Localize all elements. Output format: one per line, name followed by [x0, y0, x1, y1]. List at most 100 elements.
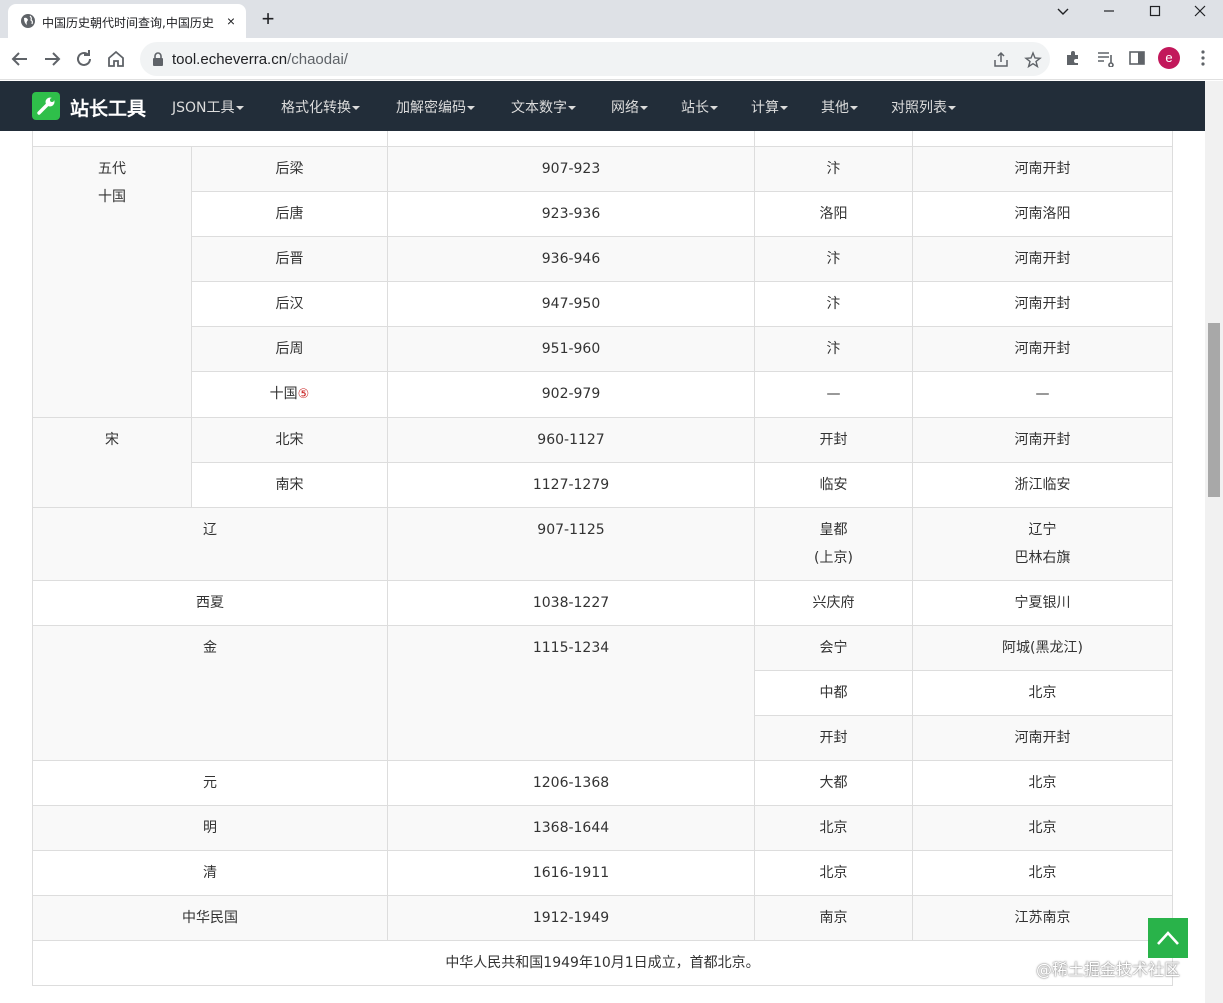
capital: 临安	[754, 462, 913, 508]
table-row: 唐 618-907 长安 陕西西安	[32, 131, 1173, 147]
minimize-button[interactable]	[1086, 0, 1132, 24]
capital: 大都	[754, 760, 913, 806]
years: 947-950	[387, 281, 755, 327]
new-tab-button[interactable]: +	[256, 8, 280, 32]
table-row: 中华人民共和国1949年10月1日成立，首都北京。	[32, 940, 1173, 986]
table-row: 后唐 923-936 洛阳 河南洛阳	[33, 191, 1173, 237]
tab-search-chevron-icon[interactable]	[1040, 0, 1086, 24]
years: 1115-1234	[387, 625, 755, 761]
capital: 兴庆府	[754, 580, 913, 626]
share-icon[interactable]	[992, 51, 1010, 69]
today-location: 浙江临安	[912, 462, 1173, 508]
extensions-puzzle-icon[interactable]	[1064, 49, 1082, 67]
menu-calculate[interactable]: 计算	[751, 97, 788, 117]
table-row: 五代 十国 后梁 907-923 汴 河南开封	[32, 146, 1173, 418]
more-menu-icon[interactable]	[1194, 49, 1212, 67]
today-location: 陕西西安	[912, 131, 1173, 147]
today-location: 江苏南京	[912, 895, 1173, 941]
today-location: 河南开封	[912, 326, 1173, 372]
capital: 汴	[754, 146, 913, 192]
today-location: 宁夏银川	[912, 580, 1173, 626]
reading-list-icon[interactable]	[1096, 49, 1114, 67]
today-location: 北京	[912, 850, 1173, 896]
years: 1206-1368	[387, 760, 755, 806]
table-row: 中华民国 1912-1949 南京 江苏南京	[32, 895, 1173, 941]
capital: 北京	[754, 850, 913, 896]
capital: 汴	[754, 326, 913, 372]
globe-icon	[21, 14, 35, 28]
menu-network[interactable]: 网络	[611, 97, 648, 117]
dynasty-name: 后唐	[191, 191, 388, 237]
page-content: 唐 618-907 长安 陕西西安 五代十国 后梁 907-923 汴 河南开封…	[0, 131, 1205, 1003]
years: 1368-1644	[387, 805, 755, 851]
menu-json-tools[interactable]: JSON工具	[172, 97, 244, 117]
bookmark-star-icon[interactable]	[1024, 51, 1042, 69]
menu-text-number[interactable]: 文本数字	[511, 97, 576, 117]
today-location: 河南开封	[912, 146, 1173, 192]
today-location: 阿城(黑龙江)	[912, 625, 1173, 671]
years: 618-907	[387, 131, 755, 147]
table-row: 十国⑤ 902-979 — —	[33, 371, 1173, 418]
table-row: 明 1368-1644 北京 北京	[32, 805, 1173, 851]
table-row: 清 1616-1911 北京 北京	[32, 850, 1173, 896]
menu-webmaster[interactable]: 站长	[681, 97, 718, 117]
table-row: 西夏 1038-1227 兴庆府 宁夏银川	[32, 580, 1173, 626]
site-navbar: 站长工具 JSON工具 格式化转换 加解密编码 文本数字 网络 站长 计算 其他…	[0, 81, 1223, 131]
brand-name: 站长工具	[70, 98, 147, 120]
home-icon[interactable]	[104, 47, 128, 71]
browser-toolbar: tool.echeverra.cn/chaodai/ e	[0, 38, 1223, 80]
table-row: 后晋 936-946 汴 河南开封	[33, 236, 1173, 282]
dynasty-name: 金	[32, 625, 388, 761]
today-location: 辽宁 巴林右旗	[912, 507, 1173, 581]
table-row: 南宋 1127-1279 临安 浙江临安	[33, 462, 1173, 508]
menu-other[interactable]: 其他	[821, 97, 858, 117]
dynasty-name: 后梁	[191, 146, 388, 192]
dynasty-name: 中华民国	[32, 895, 388, 941]
menu-format-convert[interactable]: 格式化转换	[281, 97, 360, 117]
chevron-up-icon	[1157, 931, 1179, 945]
dynasty-name: 十国⑤	[191, 371, 388, 418]
forward-icon[interactable]	[40, 47, 64, 71]
url-text: tool.echeverra.cn/chaodai/	[172, 51, 348, 68]
dynasty-name: 唐	[32, 131, 388, 147]
dynasty-name: 后汉	[191, 281, 388, 327]
scrollbar-thumb[interactable]	[1208, 323, 1220, 497]
dynasty-name: 元	[32, 760, 388, 806]
capital: 会宁	[754, 625, 913, 671]
maximize-button[interactable]	[1132, 0, 1178, 24]
menu-reference-lists[interactable]: 对照列表	[891, 97, 956, 117]
table-row: 元 1206-1368 大都 北京	[32, 760, 1173, 806]
back-icon[interactable]	[8, 47, 32, 71]
reload-icon[interactable]	[72, 47, 96, 71]
years: 936-946	[387, 236, 755, 282]
dynasty-group-song: 宋	[32, 417, 192, 508]
years: 960-1127	[387, 417, 755, 463]
close-window-button[interactable]	[1177, 0, 1223, 24]
dynasty-name: 西夏	[32, 580, 388, 626]
address-bar[interactable]: tool.echeverra.cn/chaodai/	[140, 42, 1050, 76]
today-location: 河南开封	[912, 236, 1173, 282]
years: 1127-1279	[387, 462, 755, 508]
capital: —	[754, 371, 913, 418]
capital: 开封	[754, 417, 913, 463]
capital: 中都	[754, 670, 913, 716]
today-location: 北京	[912, 760, 1173, 806]
tab-close-icon[interactable]: ×	[222, 12, 240, 30]
dynasty-table: 唐 618-907 长安 陕西西安 五代十国 后梁 907-923 汴 河南开封…	[32, 131, 1173, 986]
table-row: 宋 北宋 960-1127 开封 河南开封	[32, 417, 1173, 508]
capital: 南京	[754, 895, 913, 941]
menu-encrypt-encode[interactable]: 加解密编码	[396, 97, 475, 117]
dynasty-name: 辽	[32, 507, 388, 581]
today-location: 河南洛阳	[912, 191, 1173, 237]
years: 1616-1911	[387, 850, 755, 896]
capital: 长安	[754, 131, 913, 147]
page-scrollbar[interactable]	[1205, 81, 1223, 1003]
footnote-marker[interactable]: ⑤	[298, 387, 310, 402]
capital: 皇都 (上京)	[754, 507, 913, 581]
browser-tab[interactable]: 中国历史朝代时间查询,中国历史朝代 ×	[8, 4, 246, 38]
back-to-top-button[interactable]	[1148, 918, 1188, 958]
capital: 北京	[754, 805, 913, 851]
side-panel-icon[interactable]	[1128, 49, 1146, 67]
dynasty-name: 清	[32, 850, 388, 896]
profile-avatar[interactable]: e	[1158, 47, 1180, 69]
